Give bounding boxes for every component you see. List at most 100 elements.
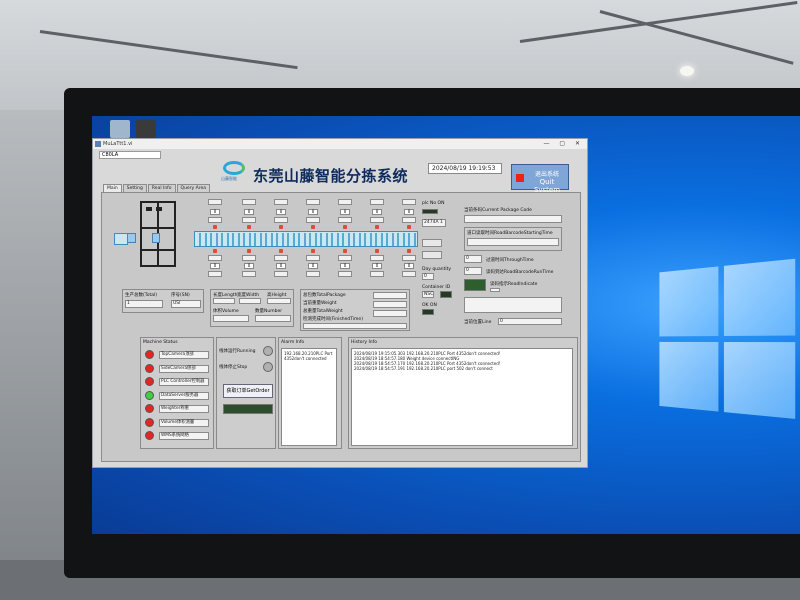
diverter-pusher [247,225,251,229]
road-barcode-group: 道口读取时间RoadBarcodeStartingTime [464,227,562,251]
history-info-list[interactable]: 2024/08/19 19:15:05.303 192.168.20.210PL… [351,348,573,446]
container-id-label: Container ID [422,285,451,290]
main-panel: 0 0 0 0 0 0 0 0 0 0 0 0 0 0 plc No ON 2474A 1 Day qua… [101,192,581,462]
outlet-slot [370,217,384,223]
outlet-slot [370,271,384,277]
totals-group: 生产总数(Total) 1 序号(SN) USI [122,289,204,313]
outlet-slot [402,271,416,277]
tab-bar: Main Setting Real Info Query Area [103,184,211,192]
recycle-bin-icon[interactable] [110,120,130,138]
status-led-icon [145,431,154,440]
outlet-slot [208,199,222,205]
ok-on-indicator [422,309,434,315]
outlet-slot [208,217,222,223]
alarm-line: 4352don't connected [284,356,327,361]
datetime-display: 2024/08/19 19:19:53 [428,163,502,174]
outlet-number-bottom: 0 [372,263,382,269]
container-indicator [440,291,452,298]
status-label: Volume体积测量 [159,418,209,427]
read-indicate-field [490,288,500,292]
status-label: SideCamera侧部 [159,364,209,373]
outlet-slot [370,255,384,261]
running-lamp[interactable] [263,346,273,356]
outlet-slot [306,255,320,261]
size-group: 长度Length 宽度Width 高Height 体积Volume 数量Numb… [210,289,294,327]
diverter-pusher [311,249,315,253]
total-label: 生产总数(Total) [125,293,158,298]
outlet-number-bottom: 0 [210,263,220,269]
outlet-number-bottom: 0 [404,263,414,269]
logo-text: 山藤智能 [221,176,237,181]
logo-mark-icon [223,161,245,175]
window-controls[interactable]: — ▢ ✕ [543,139,584,149]
history-info-panel: History Info 2024/08/19 19:15:05.303 192… [348,337,578,449]
length-field [213,298,235,304]
volume-field [213,315,249,322]
history-line: 2024/08/19 18:54:57.191 192.168.20.210PL… [354,366,493,371]
app-shortcut-icon[interactable] [136,120,156,138]
control-panel: 线体运行Running 线体停止Stop 获取订单GetOrder [216,337,276,449]
path-field[interactable]: C80LA [99,151,161,159]
alarm-info-list[interactable]: 192.168.20.210PLC Port 4352don't connect… [281,348,337,446]
read-indicate-lamp [464,279,486,291]
ok-on-label: OK ON [422,303,437,308]
through-time-field: 0 [464,255,482,263]
status-label: PLC Controller控制器 [159,378,209,386]
outlet-slot [274,255,288,261]
status-label: DataServer服务器 [159,391,209,400]
tab-query-area[interactable]: Query Area [176,184,210,192]
road-barcode-field [467,238,559,246]
app-window: MuLaTtt1.vi — ▢ ✕ C80LA 山藤智能 东莞山藤智能分拣系统 … [92,138,588,468]
outlet-slot [338,217,352,223]
outlet-slot [306,199,320,205]
current-code-field [464,215,562,223]
outlet-slot [338,199,352,205]
line-field: 0 [498,318,562,325]
outlet-slot [370,199,384,205]
total-field: 1 [125,300,163,308]
package-group: 总包数TotalPackage 当前重量Weight 总重量TotalWeigh… [300,289,410,331]
outlet-number-bottom: 0 [276,263,286,269]
diverter-pusher [279,225,283,229]
right-info-field [464,297,562,313]
outlet-slot [208,255,222,261]
outlet-number-top: 0 [340,209,350,215]
outlet-number-bottom: 0 [244,263,254,269]
road-barcode-label: 道口读取时间RoadBarcodeStartingTime [467,231,553,236]
company-logo: 山藤智能 [221,161,253,183]
volume-label: 体积Volume [213,309,239,314]
outlet-number-top: 0 [276,209,286,215]
plc-ok-indicator [422,209,438,214]
outlet-number-top: 0 [404,209,414,215]
status-led-icon [145,363,154,373]
outlet-slot [306,217,320,223]
outlet-number-top: 0 [372,209,382,215]
outlet-number-top: 0 [244,209,254,215]
alarm-info-panel: Alarm Info 192.168.20.210PLC Port 4352do… [278,337,342,449]
outlet-slot [306,271,320,277]
plc-indicator-box [422,251,442,259]
diverter-pusher [343,225,347,229]
stop-lamp[interactable] [263,362,273,372]
plc-ok-label: plc No ON [422,201,445,206]
window-title: MuLaTtt1.vi [103,141,133,147]
status-led-icon [145,377,154,386]
desktop: MuLaTtt1.vi — ▢ ✕ C80LA 山藤智能 东莞山藤智能分拣系统 … [92,116,800,534]
status-led-icon [145,350,154,359]
diverter-pusher [375,225,379,229]
finished-time-field [303,323,407,329]
diverter-pusher [213,225,217,229]
get-order-button[interactable]: 获取订单GetOrder [223,384,273,398]
quit-system-button[interactable]: 退出系统 Quit System [511,164,569,194]
tab-main[interactable]: Main [103,184,122,192]
plc-value-field[interactable]: 2474A 1 [422,219,446,227]
package-indicator [152,233,160,243]
tab-setting[interactable]: Setting [122,184,147,192]
outlet-slot [274,271,288,277]
quit-label-cn: 退出系统 [534,171,559,178]
windows-logo-wallpaper [659,258,799,423]
tab-real-info[interactable]: Real Info [147,184,176,192]
stop-label: 线体停止Stop [219,365,248,370]
outlet-slot [208,271,222,277]
height-field [267,298,291,304]
